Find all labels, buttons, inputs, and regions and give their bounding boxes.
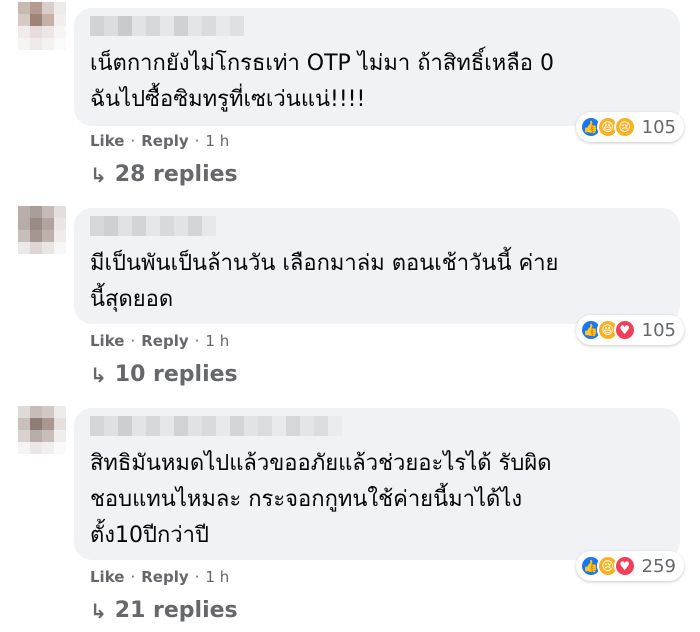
reaction-count: 105 bbox=[641, 116, 676, 138]
reactions-summary[interactable]: 👍 😢 ♥ 259 bbox=[575, 551, 684, 581]
timestamp[interactable]: 1 h bbox=[205, 132, 229, 150]
reply-link[interactable]: Reply bbox=[141, 332, 188, 350]
replies-label: 28 replies bbox=[114, 162, 238, 187]
comment-actions: Like · Reply · 1 h bbox=[90, 568, 230, 586]
avatar[interactable] bbox=[18, 406, 66, 454]
comment-line: เน็ตกากยังไม่โกรธเท่า OTP ไม่มา ถ้าสิทธิ… bbox=[90, 51, 554, 76]
comment-bubble: มีเป็นพันเป็นล้านวัน เลือกมาล่ม ตอนเช้าว… bbox=[74, 208, 684, 345]
reply-arrow-icon: ↳ bbox=[90, 598, 107, 623]
comment-line: สิทธิมันหมดไปแล้วขออภัยแล้วช่วยอะไรได้ ร… bbox=[90, 451, 552, 476]
reply-arrow-icon: ↳ bbox=[90, 162, 107, 187]
timestamp[interactable]: 1 h bbox=[205, 332, 229, 350]
comment-line: ตั้ง10ปีกว่าปี bbox=[90, 523, 209, 548]
avatar[interactable] bbox=[18, 206, 66, 254]
comment-text: เน็ตกากยังไม่โกรธเท่า OTP ไม่มา ถ้าสิทธิ… bbox=[90, 46, 664, 118]
reply-link[interactable]: Reply bbox=[141, 568, 188, 586]
avatar[interactable] bbox=[18, 2, 66, 50]
reactions-summary[interactable]: 👍 😆 ♥ 105 bbox=[575, 315, 684, 345]
replies-label: 21 replies bbox=[114, 598, 238, 623]
like-link[interactable]: Like bbox=[90, 332, 124, 350]
like-link[interactable]: Like bbox=[90, 132, 124, 150]
comment-actions: Like · Reply · 1 h bbox=[90, 132, 230, 150]
view-replies-link[interactable]: ↳ 28 replies bbox=[90, 162, 238, 187]
view-replies-link[interactable]: ↳ 21 replies bbox=[90, 598, 238, 623]
like-link[interactable]: Like bbox=[90, 568, 124, 586]
comment-bubble: เน็ตกากยังไม่โกรธเท่า OTP ไม่มา ถ้าสิทธิ… bbox=[74, 8, 684, 142]
reaction-count: 259 bbox=[641, 555, 676, 577]
timestamp[interactable]: 1 h bbox=[205, 568, 229, 586]
reply-arrow-icon: ↳ bbox=[90, 362, 107, 387]
comment-text: สิทธิมันหมดไปแล้วขออภัยแล้วช่วยอะไรได้ ร… bbox=[90, 446, 664, 554]
comment-line: ชอบแทนไหมละ กระจอกกูทนใช้ค่ายนี้มาได้ไง bbox=[90, 487, 523, 512]
reply-link[interactable]: Reply bbox=[141, 132, 188, 150]
sad-icon: 😢 bbox=[613, 116, 636, 138]
reactions-summary[interactable]: 👍 😆 😢 105 bbox=[575, 112, 684, 142]
comment-actions: Like · Reply · 1 h bbox=[90, 332, 230, 350]
author-name[interactable] bbox=[90, 216, 216, 236]
author-name[interactable] bbox=[90, 16, 244, 36]
comment-line: ฉันไปซื้อซิมทรูที่เซเว่นแน่!!!! bbox=[90, 87, 366, 112]
comment-bubble: สิทธิมันหมดไปแล้วขออภัยแล้วช่วยอะไรได้ ร… bbox=[74, 408, 684, 581]
comment-text: มีเป็นพันเป็นล้านวัน เลือกมาล่ม ตอนเช้าว… bbox=[90, 246, 664, 318]
love-icon: ♥ bbox=[613, 555, 636, 577]
comment-line: มีเป็นพันเป็นล้านวัน เลือกมาล่ม ตอนเช้าว… bbox=[90, 251, 559, 276]
love-icon: ♥ bbox=[613, 319, 636, 341]
author-name[interactable] bbox=[90, 416, 342, 436]
view-replies-link[interactable]: ↳ 10 replies bbox=[90, 362, 238, 387]
replies-label: 10 replies bbox=[114, 362, 238, 387]
reaction-count: 105 bbox=[641, 319, 676, 341]
comment-line: นี้สุดยอด bbox=[90, 287, 174, 312]
